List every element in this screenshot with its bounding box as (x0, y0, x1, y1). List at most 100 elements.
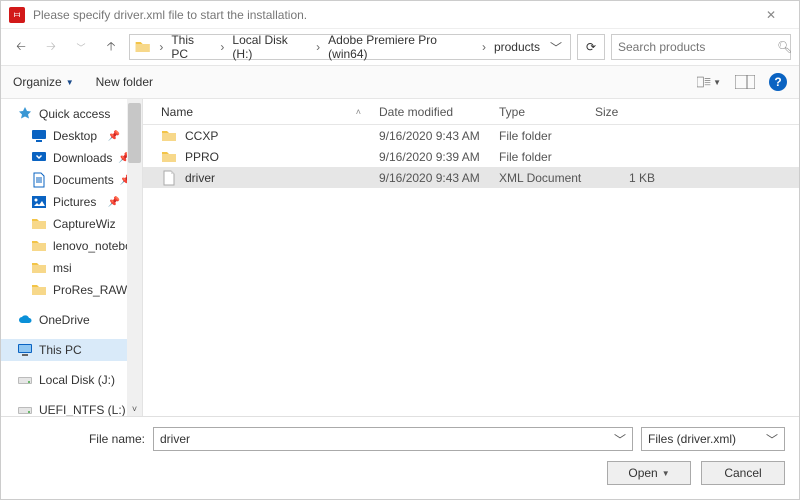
back-button[interactable]: 🡠 (9, 35, 33, 59)
caret-down-icon: ▼ (66, 78, 74, 87)
file-list: Name˄ Date modified Type Size CCXP9/16/2… (143, 99, 799, 416)
tree-item[interactable]: Downloads📌 (1, 147, 142, 169)
tree-scroll-down[interactable]: ˅ (127, 402, 142, 416)
tree-item-label: CaptureWiz (53, 217, 116, 231)
close-button[interactable]: ✕ (751, 8, 791, 22)
tree-item[interactable]: lenovo_notebook (1, 235, 142, 257)
search-icon[interactable]: 🔍︎ (777, 40, 792, 54)
tree-item-label: Quick access (39, 107, 110, 121)
tree-item[interactable]: Desktop📌 (1, 125, 142, 147)
col-date[interactable]: Date modified (373, 105, 493, 119)
file-type: File folder (493, 150, 589, 164)
filename-input[interactable] (160, 432, 608, 446)
nav-row: 🡠 🡢 ﹀ 🡡 › This PC › Local Disk (H:) › Ad… (1, 29, 799, 65)
drive-icon (17, 402, 33, 416)
chevron-right-icon[interactable]: › (480, 40, 488, 54)
tree-scrollbar-thumb[interactable] (128, 103, 141, 163)
open-button[interactable]: Open▼ (607, 461, 691, 485)
col-name[interactable]: Name˄ (155, 105, 373, 119)
sort-caret-icon: ˄ (356, 107, 361, 117)
filetype-label: Files (driver.xml) (648, 432, 736, 446)
preview-pane-button[interactable] (733, 72, 757, 92)
folder-icon (31, 282, 47, 298)
filename-field[interactable]: ﹀ (153, 427, 633, 451)
tree-item[interactable]: Local Disk (J:) (1, 369, 142, 391)
titlebar: ⧦ Please specify driver.xml file to star… (1, 1, 799, 29)
breadcrumb[interactable]: products (490, 38, 544, 56)
dialog-title: Please specify driver.xml file to start … (33, 8, 751, 22)
view-mode-button[interactable]: ▼ (697, 72, 721, 92)
col-type[interactable]: Type (493, 105, 589, 119)
file-rows: CCXP9/16/2020 9:43 AMFile folderPPRO9/16… (143, 125, 799, 416)
file-size: 1 KB (589, 171, 661, 185)
search-box[interactable]: 🔍︎ (611, 34, 791, 60)
filename-label: File name: (15, 432, 145, 446)
pin-icon: 📌 (108, 197, 120, 208)
chevron-right-icon[interactable]: › (157, 40, 165, 54)
tree-item-label: OneDrive (39, 313, 90, 327)
folder-icon (31, 216, 47, 232)
tree-item-label: Downloads (53, 151, 112, 165)
tree-item[interactable]: CaptureWiz (1, 213, 142, 235)
tree-item[interactable]: OneDrive (1, 309, 142, 331)
file-icon (161, 170, 177, 186)
cancel-button[interactable]: Cancel (701, 461, 785, 485)
refresh-button[interactable]: ⟳ (577, 34, 605, 60)
col-size[interactable]: Size (589, 105, 661, 119)
toolbar: Organize ▼ New folder ▼ ? (1, 65, 799, 99)
file-date: 9/16/2020 9:43 AM (373, 129, 493, 143)
new-folder-button[interactable]: New folder (96, 75, 153, 89)
filename-dropdown[interactable]: ﹀ (608, 431, 626, 448)
chevron-right-icon[interactable]: › (314, 40, 322, 54)
file-row[interactable]: PPRO9/16/2020 9:39 AMFile folder (143, 146, 799, 167)
breadcrumb[interactable]: Adobe Premiere Pro (win64) (324, 31, 478, 63)
new-folder-label: New folder (96, 75, 153, 89)
drive-icon (17, 372, 33, 388)
tree-item[interactable]: ProRes_RAW (1, 279, 142, 301)
tree-item[interactable]: Documents📌 (1, 169, 142, 191)
file-name: driver (185, 171, 215, 185)
tree-item[interactable]: msi (1, 257, 142, 279)
tree-item-label: msi (53, 261, 72, 275)
tree-item[interactable]: Pictures 📌 (1, 191, 142, 213)
address-dropdown[interactable]: ﹀ (546, 37, 566, 58)
pc-icon (17, 342, 33, 358)
search-input[interactable] (618, 40, 773, 54)
file-type: XML Document (493, 171, 589, 185)
organize-button[interactable]: Organize ▼ (13, 75, 74, 89)
download-icon (31, 150, 47, 166)
file-date: 9/16/2020 9:43 AM (373, 171, 493, 185)
folder-icon (161, 149, 177, 165)
caret-down-icon: ﹀ (766, 431, 778, 448)
recent-dropdown[interactable]: ﹀ (69, 35, 93, 59)
cloud-icon (17, 312, 33, 328)
help-button[interactable]: ? (769, 73, 787, 91)
tree-item[interactable]: Quick access (1, 103, 142, 125)
address-bar[interactable]: › This PC › Local Disk (H:) › Adobe Prem… (129, 34, 571, 60)
tree-scrollbar[interactable] (127, 99, 142, 416)
column-headers: Name˄ Date modified Type Size (143, 99, 799, 125)
tree-item-label: UEFI_NTFS (L:) (39, 403, 126, 416)
file-row[interactable]: driver 9/16/2020 9:43 AMXML Document1 KB (143, 167, 799, 188)
tree-item-label: Desktop (53, 129, 97, 143)
file-date: 9/16/2020 9:39 AM (373, 150, 493, 164)
tree-item-label: ProRes_RAW (53, 283, 127, 297)
chevron-right-icon[interactable]: › (218, 40, 226, 54)
tree-item-label: This PC (39, 343, 82, 357)
tree-item-label: Documents (53, 173, 114, 187)
up-button[interactable]: 🡡 (99, 35, 123, 59)
doc-icon (31, 172, 47, 188)
star-icon (17, 106, 33, 122)
tree-item-label: Local Disk (J:) (39, 373, 115, 387)
bottom-panel: File name: ﹀ Files (driver.xml) ﹀ Open▼ … (1, 416, 799, 499)
breadcrumb[interactable]: Local Disk (H:) (228, 31, 312, 63)
forward-button[interactable]: 🡢 (39, 35, 63, 59)
file-row[interactable]: CCXP9/16/2020 9:43 AMFile folder (143, 125, 799, 146)
file-open-dialog: ⧦ Please specify driver.xml file to star… (0, 0, 800, 500)
file-type: File folder (493, 129, 589, 143)
tree-item-label: Pictures (53, 195, 96, 209)
tree-item[interactable]: UEFI_NTFS (L:) (1, 399, 142, 416)
filetype-dropdown[interactable]: Files (driver.xml) ﹀ (641, 427, 785, 451)
breadcrumb[interactable]: This PC (167, 31, 216, 63)
tree-item[interactable]: This PC (1, 339, 142, 361)
